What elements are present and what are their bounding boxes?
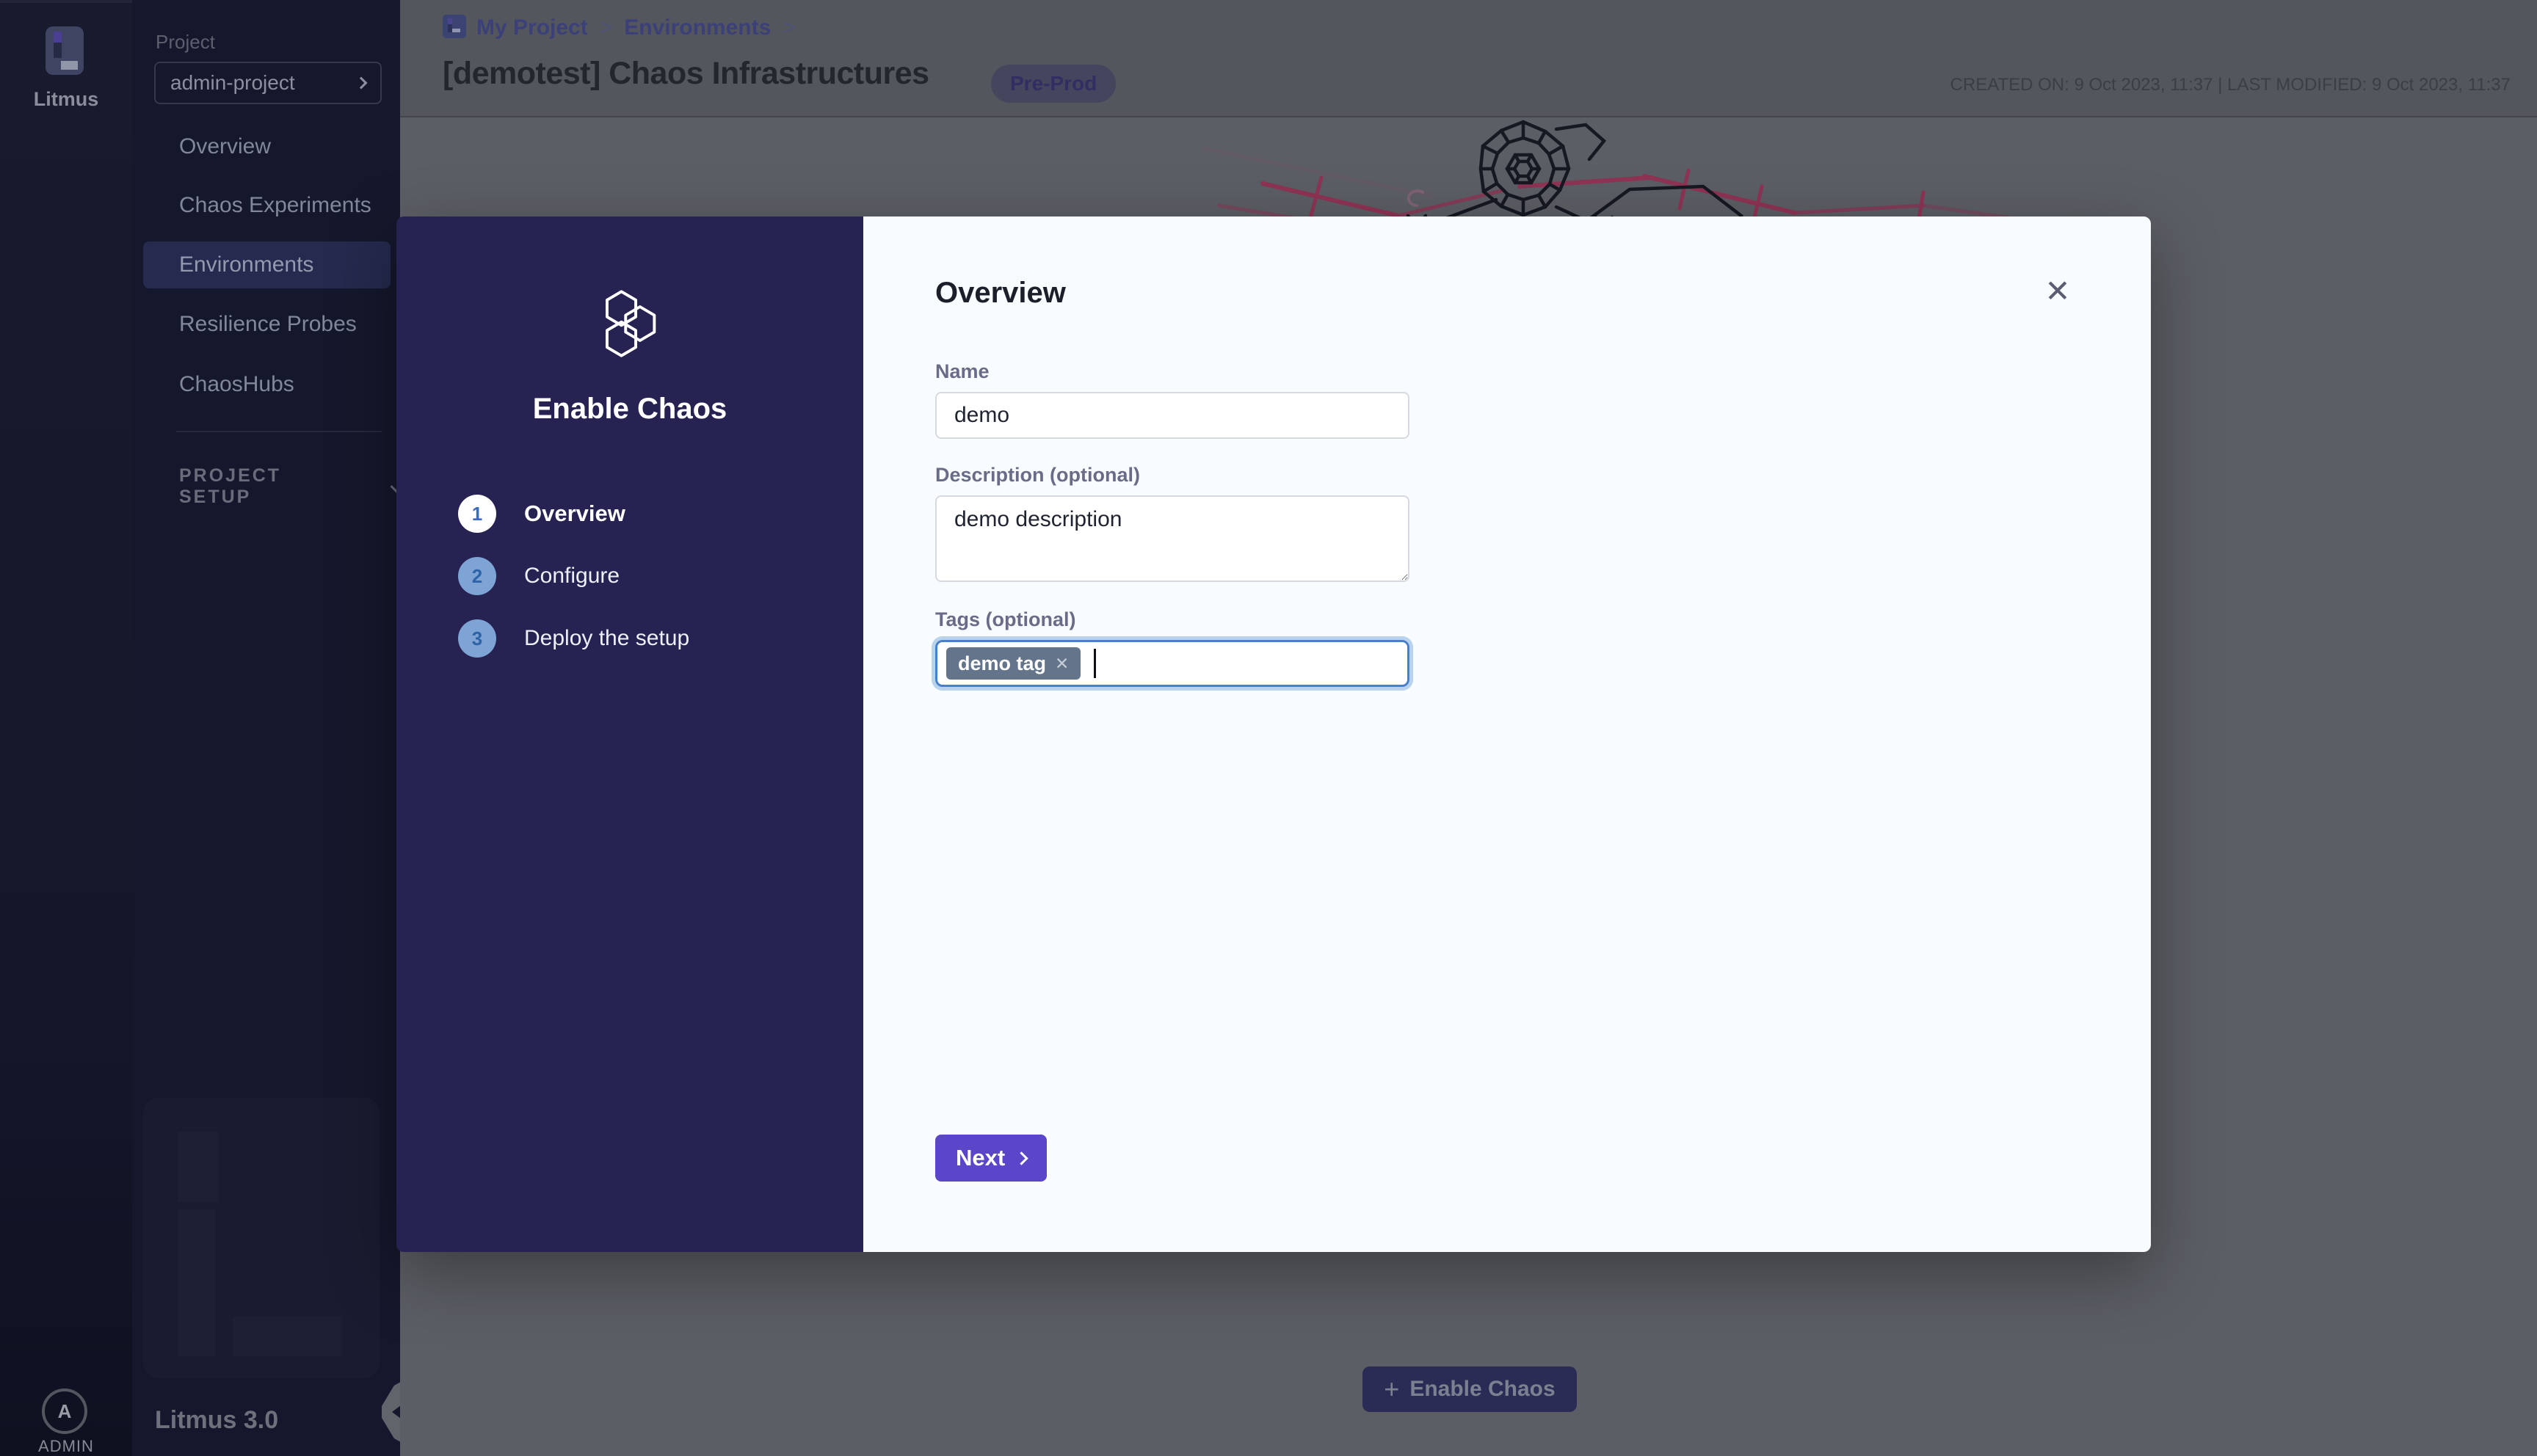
- description-label: Description (optional): [935, 464, 1409, 487]
- next-button-label: Next: [956, 1145, 1005, 1171]
- environment-type-badge: Pre-Prod: [991, 65, 1116, 103]
- step-number-badge: 3: [458, 619, 496, 658]
- tags-input[interactable]: demo tag ✕: [935, 640, 1409, 687]
- form-fields: Name Description (optional) demo descrip…: [935, 360, 1409, 687]
- chevron-right-icon: [355, 77, 368, 90]
- hexagons-logo-icon: [596, 290, 664, 357]
- breadcrumb: My Project > Environments >: [476, 15, 796, 40]
- wizard-step-overview[interactable]: 1 Overview: [458, 495, 625, 533]
- user-role-label: ADMIN: [0, 1437, 132, 1456]
- breadcrumb-litmus-icon: [443, 15, 466, 38]
- litmus-logo-icon[interactable]: [46, 26, 84, 75]
- text-caret: [1094, 649, 1096, 678]
- sidebar-item-overview[interactable]: Overview: [143, 123, 391, 170]
- litmus-brand-label: Litmus: [0, 88, 132, 111]
- tag-chip-label: demo tag: [958, 652, 1046, 675]
- tag-remove-icon[interactable]: ✕: [1055, 655, 1069, 672]
- tags-label: Tags (optional): [935, 608, 1409, 631]
- page-header: My Project > Environments > [demotest] C…: [400, 0, 2537, 117]
- sidebar-item-environments[interactable]: Environments: [143, 241, 391, 288]
- breadcrumb-separator: >: [600, 15, 613, 40]
- chaos-doodle-graphic: [1175, 119, 2129, 222]
- sidebar-item-chaos-experiments[interactable]: Chaos Experiments: [143, 182, 391, 229]
- project-selector[interactable]: admin-project: [154, 62, 382, 104]
- breadcrumb-environments[interactable]: Environments: [624, 15, 771, 40]
- overview-form-panel: Overview ✕ Name Description (optional) d…: [863, 216, 2151, 1252]
- next-button[interactable]: Next: [935, 1135, 1047, 1182]
- project-setup-label: PROJECT SETUP: [179, 465, 351, 508]
- breadcrumb-separator: >: [783, 15, 796, 40]
- sidebar-item-resilience-probes[interactable]: Resilience Probes: [143, 301, 391, 348]
- app-screen: Litmus A ADMIN Project admin-project Ove…: [0, 0, 2537, 1456]
- project-label: Project: [156, 31, 215, 54]
- project-selector-value: admin-project: [170, 71, 357, 95]
- wizard-panel: Enable Chaos 1 Overview 2 Configure 3 De…: [396, 216, 863, 1252]
- sidebar-item-chaoshubs[interactable]: ChaosHubs: [143, 361, 391, 408]
- name-label: Name: [935, 360, 1409, 383]
- description-textarea[interactable]: demo description: [935, 495, 1409, 582]
- sidebar-divider: [176, 431, 382, 432]
- nav-rail: Litmus A ADMIN: [0, 0, 132, 1456]
- breadcrumb-my-project[interactable]: My Project: [476, 15, 588, 40]
- wizard-step-configure[interactable]: 2 Configure: [458, 557, 620, 595]
- wizard-step-deploy[interactable]: 3 Deploy the setup: [458, 619, 689, 658]
- modal-heading: Overview: [935, 277, 1066, 310]
- litmus-watermark: [143, 1098, 380, 1378]
- enable-chaos-modal: Enable Chaos 1 Overview 2 Configure 3 De…: [396, 216, 2151, 1252]
- enable-chaos-button-label: Enable Chaos: [1409, 1377, 1555, 1402]
- close-icon[interactable]: ✕: [2038, 271, 2077, 310]
- wizard-title: Enable Chaos: [396, 393, 863, 426]
- tag-chip: demo tag ✕: [946, 647, 1081, 680]
- enable-chaos-button[interactable]: + Enable Chaos: [1362, 1366, 1577, 1412]
- name-input[interactable]: [935, 392, 1409, 439]
- project-sidebar: Project admin-project Overview Chaos Exp…: [132, 0, 400, 1456]
- created-modified-meta: CREATED ON: 9 Oct 2023, 11:37 | LAST MOD…: [1950, 75, 2511, 95]
- step-number-badge: 1: [458, 495, 496, 533]
- chevron-right-icon: [1015, 1151, 1028, 1165]
- step-number-badge: 2: [458, 557, 496, 595]
- page-title: [demotest] Chaos Infrastructures: [443, 56, 929, 92]
- user-avatar[interactable]: A: [42, 1388, 87, 1434]
- version-label: Litmus 3.0: [155, 1406, 278, 1435]
- project-setup-section[interactable]: PROJECT SETUP: [179, 465, 400, 508]
